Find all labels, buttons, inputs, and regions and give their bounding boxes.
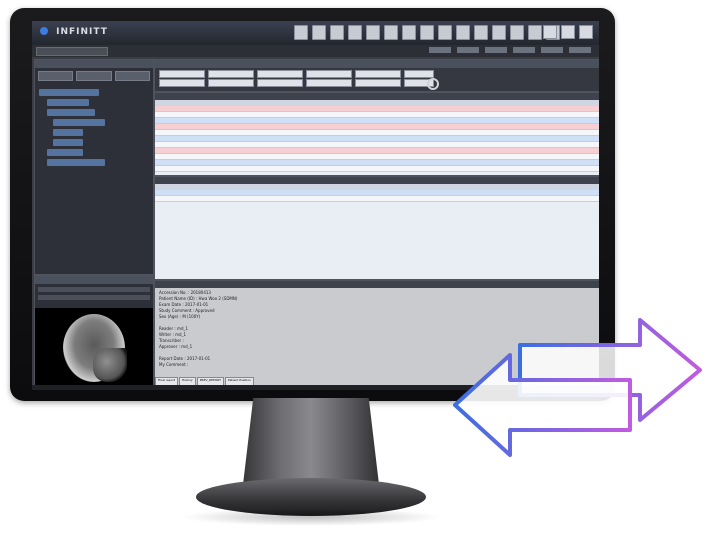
toolbar-button[interactable] <box>492 25 506 40</box>
filter-row <box>159 70 434 78</box>
filter-field[interactable] <box>306 70 352 78</box>
toolbar-button[interactable] <box>474 25 488 40</box>
left-tab[interactable] <box>114 71 150 81</box>
sub-toolbar-control[interactable] <box>513 47 535 53</box>
filter-field[interactable] <box>257 79 303 87</box>
grid-header <box>155 93 599 100</box>
main-toolbar <box>294 25 560 40</box>
report-header <box>155 281 599 288</box>
minimize-button[interactable] <box>543 25 557 39</box>
tree-item[interactable] <box>53 129 83 136</box>
left-tab[interactable] <box>38 71 74 81</box>
toolbar-button[interactable] <box>384 25 398 40</box>
tree-item[interactable] <box>47 109 95 116</box>
exchange-arrows-icon <box>453 318 702 457</box>
filter-field[interactable] <box>208 70 254 78</box>
filter-field[interactable] <box>159 79 205 87</box>
search-icon[interactable] <box>427 78 439 90</box>
tree-item[interactable] <box>47 149 83 156</box>
monitor-shadow <box>180 508 442 526</box>
infinitt-logo-icon <box>40 27 48 35</box>
toolbar-button[interactable] <box>402 25 416 40</box>
toolbar-button[interactable] <box>312 25 326 40</box>
window-controls <box>543 25 593 39</box>
study-tree <box>35 84 153 168</box>
toolbar-button[interactable] <box>348 25 362 40</box>
sub-toolbar-control[interactable] <box>457 47 479 53</box>
tree-item[interactable] <box>53 119 105 126</box>
left-tab[interactable] <box>76 71 112 81</box>
tree-item[interactable] <box>53 139 83 146</box>
study-list-grid <box>154 92 599 176</box>
face-profile-image <box>93 348 127 382</box>
filter-field[interactable] <box>257 70 303 78</box>
sub-toolbar-controls <box>429 47 591 53</box>
grid-header <box>155 177 599 184</box>
tree-item[interactable] <box>47 99 89 106</box>
toolbar-button[interactable] <box>294 25 308 40</box>
filter-button[interactable] <box>404 70 434 78</box>
sub-toolbar <box>32 45 599 57</box>
toolbar-button[interactable] <box>510 25 524 40</box>
tree-item[interactable] <box>39 89 99 96</box>
app-name: INFINITT <box>56 27 108 37</box>
sub-toolbar-control[interactable] <box>429 47 451 53</box>
toolbar-button[interactable] <box>528 25 542 40</box>
preview-slider[interactable] <box>38 295 150 300</box>
toolbar-button[interactable] <box>438 25 452 40</box>
panel-header <box>35 276 153 284</box>
sub-toolbar-control[interactable] <box>569 47 591 53</box>
preview-slider[interactable] <box>38 287 150 292</box>
filter-row <box>159 79 434 87</box>
sub-toolbar-control[interactable] <box>485 47 507 53</box>
panel-header <box>155 60 599 68</box>
study-tree-panel <box>34 59 154 275</box>
toolbar-button[interactable] <box>420 25 434 40</box>
sub-toolbar-control[interactable] <box>541 47 563 53</box>
maximize-button[interactable] <box>561 25 575 39</box>
filter-field[interactable] <box>208 79 254 87</box>
filter-field[interactable] <box>306 79 352 87</box>
table-row[interactable] <box>155 166 599 172</box>
monitor-stand <box>242 398 380 488</box>
filter-field[interactable] <box>159 70 205 78</box>
tree-item[interactable] <box>47 159 105 166</box>
image-preview-panel <box>34 275 154 387</box>
title-bar: INFINITT <box>32 21 599 45</box>
app-logo: INFINITT <box>40 27 108 37</box>
user-select[interactable] <box>36 47 108 56</box>
related-studies-grid <box>154 176 599 280</box>
left-panel-tabs <box>35 68 153 84</box>
toolbar-button[interactable] <box>456 25 470 40</box>
close-button[interactable] <box>579 25 593 39</box>
toolbar-button[interactable] <box>366 25 380 40</box>
filter-field[interactable] <box>355 79 401 87</box>
search-filter-panel <box>154 59 599 92</box>
preview-controls <box>35 284 153 303</box>
mri-thumbnail[interactable] <box>35 308 153 386</box>
filter-field[interactable] <box>355 70 401 78</box>
table-row[interactable] <box>155 196 599 202</box>
panel-header <box>35 60 153 68</box>
toolbar-button[interactable] <box>330 25 344 40</box>
